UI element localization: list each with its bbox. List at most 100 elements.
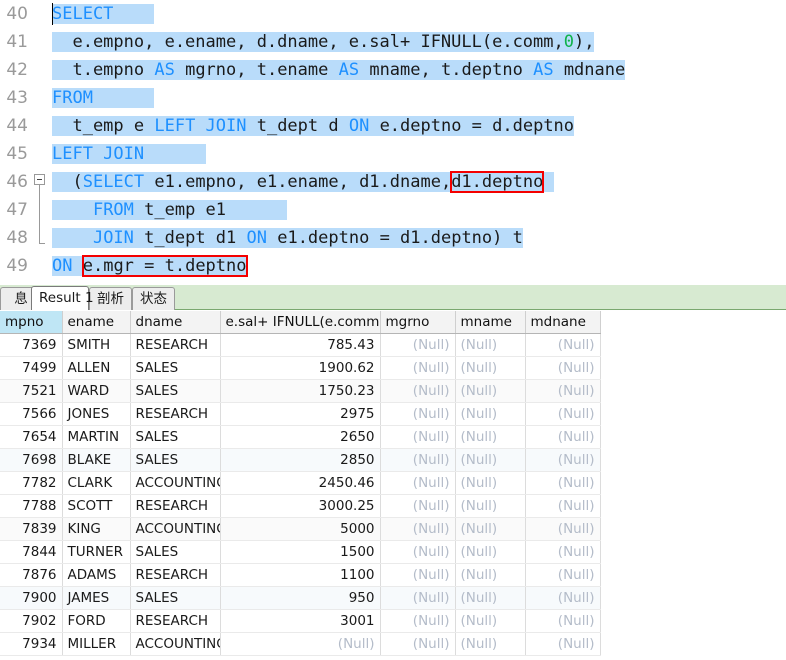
code-text[interactable]: (SELECT e1.empno, e1.ename, d1.dname,d1.… [52,168,554,196]
table-cell[interactable]: SALES [130,448,221,472]
table-cell[interactable]: RESEARCH [130,333,221,357]
table-cell[interactable]: 2450.46 [220,471,381,495]
table-cell[interactable]: TURNER [62,540,131,564]
table-cell[interactable]: (Null) [455,540,526,564]
fold-column[interactable] [32,140,50,168]
table-cell[interactable]: RESEARCH [130,563,221,587]
table-row[interactable]: 7566 JONES RESEARCH 2975 (Null) (Null) (Null) [0,402,601,426]
table-cell[interactable]: (Null) [455,586,526,610]
table-cell[interactable]: (Null) [525,356,601,380]
table-row[interactable]: 7902 FORD RESEARCH 3001 (Null) (Null) (Null) [0,609,601,633]
table-cell[interactable]: SALES [130,379,221,403]
table-cell[interactable]: 7499 [0,356,63,380]
column-header[interactable]: mname [455,311,526,334]
result-tab-bar[interactable]: 息 Result 1 剖析 状态 [0,285,786,310]
fold-column[interactable] [32,28,50,56]
table-cell[interactable]: 2850 [220,448,381,472]
tab-item-2[interactable]: 剖析 [89,287,132,310]
column-header[interactable]: dname [130,311,221,334]
code-text[interactable]: FROM [52,84,155,112]
table-cell[interactable]: JAMES [62,586,131,610]
table-cell[interactable]: (Null) [525,402,601,426]
column-header[interactable]: ename [62,311,131,334]
table-row[interactable]: 7844 TURNER SALES 1500 (Null) (Null) (Null) [0,540,601,564]
table-cell[interactable]: 7934 [0,632,63,656]
tab-item-3[interactable]: 状态 [132,287,175,310]
table-cell[interactable]: RESEARCH [130,402,221,426]
table-cell[interactable]: (Null) [525,425,601,449]
table-row[interactable]: 7521 WARD SALES 1750.23 (Null) (Null) (Null) [0,379,601,403]
table-cell[interactable]: WARD [62,379,131,403]
table-row[interactable]: 7934 MILLER ACCOUNTING (Null) (Null) (Null) (N… [0,632,601,656]
table-cell[interactable]: (Null) [525,448,601,472]
table-cell[interactable]: (Null) [525,540,601,564]
table-cell[interactable]: ADAMS [62,563,131,587]
code-text[interactable]: FROM t_emp e1 [52,196,288,224]
code-line[interactable]: 45 LEFT JOIN [0,140,786,168]
table-cell[interactable]: 7900 [0,586,63,610]
code-line[interactable]: 47 FROM t_emp e1 [0,196,786,224]
fold-column[interactable] [32,252,50,280]
table-cell[interactable]: (Null) [525,471,601,495]
table-cell[interactable]: 1750.23 [220,379,381,403]
table-cell[interactable]: ACCOUNTING [130,632,221,656]
fold-collapse-icon[interactable] [34,174,45,185]
column-header[interactable]: e.sal+ IFNULL(e.comm,0) [220,311,381,334]
table-cell[interactable]: (Null) [455,356,526,380]
table-cell[interactable]: (Null) [455,563,526,587]
table-cell[interactable]: 7788 [0,494,63,518]
table-cell[interactable]: (Null) [525,333,601,357]
code-text[interactable]: t_emp e LEFT JOIN t_dept d ON e.deptno =… [52,112,575,140]
table-cell[interactable]: (Null) [380,517,456,541]
table-cell[interactable]: SALES [130,586,221,610]
table-cell[interactable]: (Null) [525,494,601,518]
table-cell[interactable]: 785.43 [220,333,381,357]
code-line[interactable]: 46 (SELECT e1.empno, e1.ename, d1.dname,… [0,168,786,196]
table-cell[interactable]: (Null) [455,632,526,656]
table-cell[interactable]: 3000.25 [220,494,381,518]
table-cell[interactable]: (Null) [380,563,456,587]
table-cell[interactable]: (Null) [380,356,456,380]
code-line[interactable]: 42 t.empno AS mgrno, t.ename AS mname, t… [0,56,786,84]
table-cell[interactable]: 7698 [0,448,63,472]
table-cell[interactable]: (Null) [525,609,601,633]
fold-column[interactable] [32,168,50,196]
table-cell[interactable]: 7369 [0,333,63,357]
sql-editor[interactable]: 40 SELECT 41 e.empno, e.ename, d.dname, e… [0,0,786,285]
table-cell[interactable]: (Null) [525,517,601,541]
column-header[interactable]: mgrno [380,311,456,334]
code-line[interactable]: 43 FROM [0,84,786,112]
table-cell[interactable]: KING [62,517,131,541]
table-row[interactable]: 7839 KING ACCOUNTING 5000 (Null) (Null) (Null) [0,517,601,541]
result-table[interactable]: mpnoenamednamee.sal+ IFNULL(e.comm,0)mgr… [0,311,601,656]
table-cell[interactable]: 7654 [0,425,63,449]
table-cell[interactable]: FORD [62,609,131,633]
result-grid[interactable]: mpnoenamednamee.sal+ IFNULL(e.comm,0)mgr… [0,311,786,660]
table-cell[interactable]: MARTIN [62,425,131,449]
table-row[interactable]: 7876 ADAMS RESEARCH 1100 (Null) (Null) (Null) [0,563,601,587]
tab-result-1[interactable]: Result 1 [31,286,94,310]
table-cell[interactable]: (Null) [525,632,601,656]
table-cell[interactable]: (Null) [380,333,456,357]
table-cell[interactable]: ALLEN [62,356,131,380]
table-cell[interactable]: 5000 [220,517,381,541]
result-table-body[interactable]: 7369 SMITH RESEARCH 785.43 (Null) (Null) (Null… [0,333,601,656]
column-header[interactable]: mpno [0,311,63,334]
table-cell[interactable]: (Null) [525,586,601,610]
table-cell[interactable]: MILLER [62,632,131,656]
table-cell[interactable]: 2975 [220,402,381,426]
table-cell[interactable]: (Null) [380,425,456,449]
table-cell[interactable]: RESEARCH [130,609,221,633]
fold-column[interactable] [32,112,50,140]
table-cell[interactable]: SCOTT [62,494,131,518]
table-cell[interactable]: (Null) [525,379,601,403]
table-cell[interactable]: (Null) [380,494,456,518]
table-cell[interactable]: 7782 [0,471,63,495]
fold-column[interactable] [32,224,50,252]
table-cell[interactable]: (Null) [380,471,456,495]
code-text[interactable]: ON e.mgr = t.deptno [52,252,248,280]
table-cell[interactable]: (Null) [455,402,526,426]
fold-column[interactable] [32,196,50,224]
table-cell[interactable]: ACCOUNTING [130,471,221,495]
code-text[interactable]: JOIN t_dept d1 ON e1.deptno = d1.deptno)… [52,224,523,252]
